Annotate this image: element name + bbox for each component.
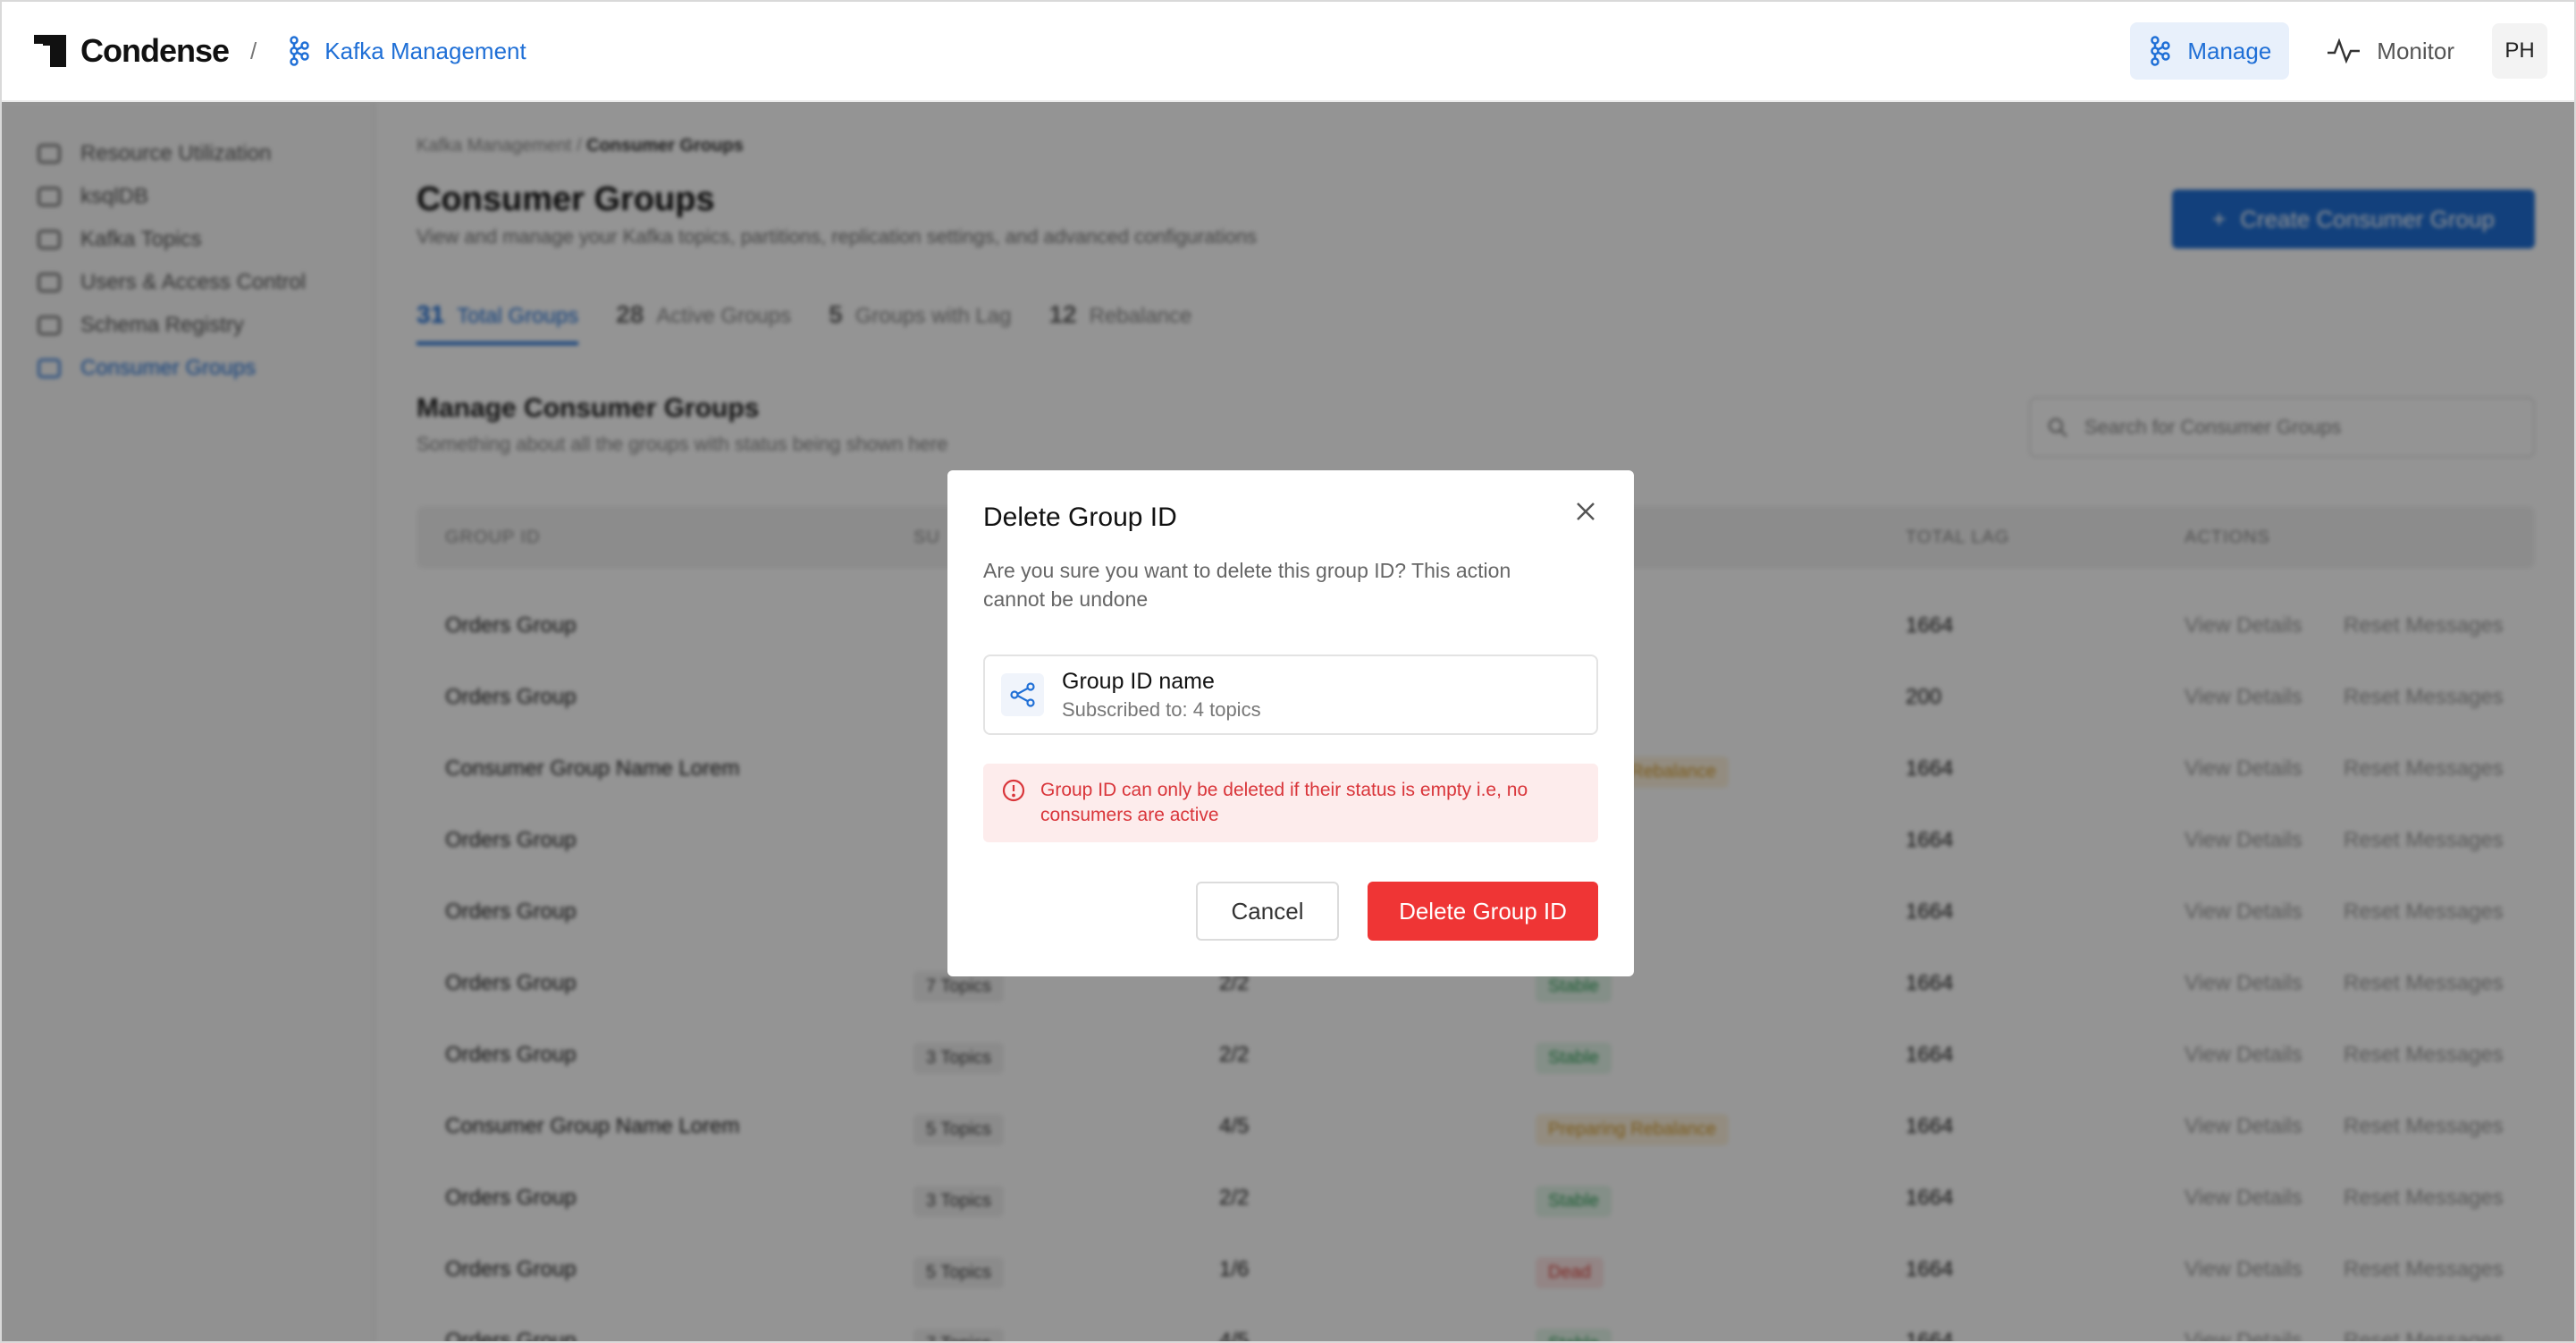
share-icon bbox=[1001, 673, 1044, 716]
group-subscribed: Subscribed to: 4 topics bbox=[1062, 697, 1261, 721]
close-icon[interactable] bbox=[1571, 497, 1600, 526]
condense-logo-icon bbox=[34, 35, 66, 67]
modal-description: Are you sure you want to delete this gro… bbox=[983, 559, 1511, 611]
nav-manage-button[interactable]: Manage bbox=[2130, 22, 2290, 80]
activity-icon bbox=[2328, 38, 2361, 63]
logo-text: Condense bbox=[80, 32, 230, 69]
modal-title: Delete Group ID bbox=[983, 503, 1177, 532]
top-bar: Condense / Kafka Management Manage Monit… bbox=[2, 2, 2574, 102]
app-switcher[interactable]: Kafka Management bbox=[287, 36, 526, 66]
breadcrumb-separator: / bbox=[250, 37, 257, 64]
nav-manage-label: Manage bbox=[2187, 37, 2272, 64]
delete-group-button[interactable]: Delete Group ID bbox=[1368, 882, 1598, 941]
nav-monitor-label: Monitor bbox=[2377, 37, 2454, 64]
kafka-icon bbox=[290, 36, 310, 66]
top-nav: Manage Monitor PH bbox=[2130, 22, 2547, 80]
app-root: Condense / Kafka Management Manage Monit… bbox=[0, 0, 2576, 1343]
group-card: Group ID name Subscribed to: 4 topics bbox=[983, 655, 1598, 735]
group-name: Group ID name bbox=[1062, 668, 1215, 694]
nav-monitor-button[interactable]: Monitor bbox=[2309, 22, 2472, 80]
logo[interactable]: Condense bbox=[32, 32, 230, 70]
modal-actions: Cancel Delete Group ID bbox=[1196, 882, 1598, 941]
warning-text: Group ID can only be deleted if their st… bbox=[1040, 780, 1528, 825]
alert-circle-icon bbox=[1002, 779, 1025, 802]
kafka-icon bbox=[2151, 36, 2171, 66]
delete-group-modal: Delete Group ID Are you sure you want to… bbox=[947, 470, 1634, 976]
app-name: Kafka Management bbox=[324, 37, 526, 64]
avatar[interactable]: PH bbox=[2492, 23, 2547, 79]
warning-banner: Group ID can only be deleted if their st… bbox=[983, 764, 1598, 842]
cancel-button[interactable]: Cancel bbox=[1196, 882, 1339, 941]
